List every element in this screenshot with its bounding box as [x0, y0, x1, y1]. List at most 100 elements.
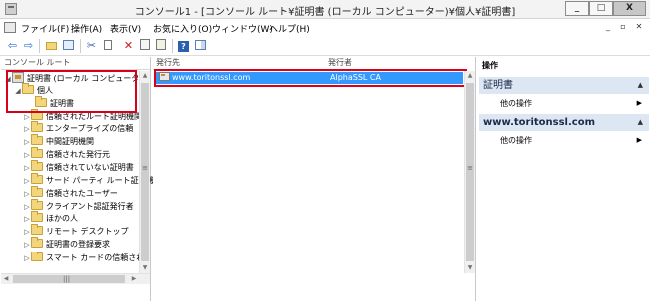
tree-node-enrollment-requests[interactable]: ▷ 証明書の登録要求	[23, 237, 110, 251]
menu-view[interactable]: 表示(V)	[110, 22, 141, 35]
folder-icon	[31, 224, 43, 235]
tree-pane: コンソール ルート ◢ 証明書 (ローカル コンピューター) ◢ 個人 証明書 ▷ 信…	[1, 57, 163, 301]
menu-file[interactable]: ファイル(F)	[21, 22, 69, 35]
tree-node-label: 中間証明機関	[46, 137, 94, 146]
export-icon[interactable]	[153, 39, 168, 53]
menu-window[interactable]: ウィンドウ(W)	[212, 22, 273, 35]
expand-arrow-icon[interactable]: ▷	[23, 213, 31, 225]
collapse-caret-icon[interactable]: ▲	[638, 114, 643, 131]
scroll-grip: ≡	[142, 164, 148, 172]
mdi-restore-button[interactable]: ▫	[616, 21, 630, 33]
close-button[interactable]: X	[613, 1, 646, 16]
cut-icon[interactable]: ✂	[84, 39, 99, 53]
tree-node-label: 信頼されていない証明書	[46, 163, 134, 172]
actions-section-selected-cert[interactable]: www.toritonssl.com ▲	[479, 114, 649, 131]
folder-icon	[31, 186, 43, 197]
folder-icon	[31, 147, 43, 158]
console-menu-icon[interactable]	[4, 22, 16, 33]
toolbar-separator	[172, 39, 173, 53]
certificate-list-pane: 発行先 発行者 www.toritonssl.com AlphaSSL CA ▲…	[153, 57, 476, 301]
expand-arrow-icon[interactable]: ▷	[23, 123, 31, 135]
copy-icon[interactable]	[100, 39, 115, 53]
scroll-left-arrow-icon[interactable]: ◀	[1, 274, 11, 284]
folder-icon	[31, 160, 43, 171]
folder-icon	[31, 211, 43, 222]
menu-action[interactable]: 操作(A)	[71, 22, 102, 35]
folder-icon	[31, 237, 43, 248]
actions-header: 操作	[482, 61, 498, 70]
tree-node-label: 信頼されたユーザー	[46, 189, 118, 198]
action-pane-icon[interactable]	[193, 39, 208, 53]
folder-icon	[31, 252, 43, 261]
tree-node-smart-card-root[interactable]: ▷ スマート カードの信頼されたルート	[23, 252, 139, 264]
expand-arrow-icon[interactable]: ▷	[23, 188, 31, 200]
submenu-arrow-icon[interactable]: ▶	[637, 99, 642, 107]
tree-node-client-auth-issuers[interactable]: ▷ クライアント認証発行者	[23, 199, 134, 213]
section-title: www.toritonssl.com	[483, 117, 596, 128]
tree-node-label: 信頼された発行元	[46, 150, 110, 159]
menu-help[interactable]: ヘルプ(H)	[269, 22, 310, 35]
mdi-minimize-button[interactable]: _	[601, 21, 615, 33]
folder-icon	[31, 121, 43, 132]
action-label: 他の操作	[500, 99, 532, 108]
folder-icon	[31, 199, 43, 210]
scroll-up-arrow-icon[interactable]: ▲	[465, 71, 475, 81]
tree-highlight-box	[6, 70, 137, 113]
action-label: 他の操作	[500, 136, 532, 145]
scroll-up-arrow-icon[interactable]: ▲	[140, 71, 150, 81]
action-more-actions[interactable]: 他の操作	[500, 135, 532, 146]
folder-icon	[31, 173, 43, 184]
tree-node-label: スマート カードの信頼されたルート	[46, 253, 139, 262]
tree-node-label: 証明書の登録要求	[46, 240, 110, 249]
scroll-thumb[interactable]	[466, 83, 474, 261]
scroll-right-arrow-icon[interactable]: ▶	[129, 274, 139, 284]
expand-arrow-icon[interactable]: ▷	[23, 175, 31, 187]
tree-vertical-scrollbar[interactable]: ▲ ≡ ▼	[139, 71, 150, 273]
tree-node-label: クライアント認証発行者	[46, 202, 134, 211]
row-highlight-box	[154, 69, 467, 87]
menu-bar: ファイル(F) 操作(A) 表示(V) お気に入り(O) ウィンドウ(W) ヘル…	[0, 19, 650, 36]
expand-arrow-icon[interactable]: ▷	[23, 252, 31, 264]
tree-node-enterprise-trust[interactable]: ▷ エンタープライズの信頼	[23, 121, 134, 135]
mdi-close-button[interactable]: ✕	[632, 21, 646, 33]
expand-arrow-icon[interactable]: ▷	[23, 226, 31, 238]
list-vertical-scrollbar[interactable]: ▲ ≡ ▼	[464, 71, 475, 273]
actions-pane: 操作 証明書 ▲ 他の操作 ▶ www.toritonssl.com ▲ 他の操…	[478, 57, 650, 301]
tree-node-label: リモート デスクトップ	[46, 227, 129, 236]
back-icon[interactable]: ⇦	[5, 39, 20, 53]
show-tree-icon[interactable]	[61, 39, 76, 53]
title-bar: コンソール1 - [コンソール ルート¥証明書 (ローカル コンピューター)¥個…	[0, 0, 650, 19]
folder-icon	[31, 134, 43, 145]
forward-icon[interactable]: ⇨	[21, 39, 36, 53]
action-more-actions[interactable]: 他の操作	[500, 98, 532, 109]
tree-node-remote-desktop[interactable]: ▷ リモート デスクトップ	[23, 224, 129, 238]
expand-arrow-icon[interactable]: ▷	[23, 239, 31, 251]
scroll-down-arrow-icon[interactable]: ▼	[140, 263, 150, 273]
toolbar-separator	[80, 39, 81, 53]
collapse-caret-icon[interactable]: ▲	[638, 77, 643, 94]
tree-node-label: ほかの人	[46, 214, 78, 223]
properties-icon[interactable]	[137, 39, 152, 53]
section-title: 証明書	[483, 80, 513, 91]
window-title: コンソール1 - [コンソール ルート¥証明書 (ローカル コンピューター)¥個…	[134, 7, 516, 18]
tree-horizontal-scrollbar[interactable]: ◀ ||| ▶	[1, 273, 150, 284]
expand-arrow-icon[interactable]: ▷	[23, 149, 31, 161]
expand-arrow-icon[interactable]: ▷	[23, 136, 31, 148]
expand-arrow-icon[interactable]: ▷	[23, 201, 31, 213]
maximize-button[interactable]: □	[589, 1, 613, 16]
tree-node-label: 信頼されたルート証明機関	[46, 112, 142, 121]
delete-icon[interactable]: ✕	[121, 39, 136, 53]
scroll-thumb[interactable]	[141, 83, 149, 261]
help-icon[interactable]: ?	[176, 39, 191, 53]
tree-node-untrusted[interactable]: ▷ 信頼されていない証明書	[23, 160, 134, 174]
expand-arrow-icon[interactable]: ▷	[23, 162, 31, 174]
toolbar: ⇦ ⇨ ✂ ✕ ?	[0, 36, 650, 56]
menu-favorites[interactable]: お気に入り(O)	[153, 22, 212, 35]
tree-node-label: エンタープライズの信頼	[46, 124, 134, 133]
submenu-arrow-icon[interactable]: ▶	[637, 136, 642, 144]
scroll-grip: |||	[63, 275, 71, 283]
up-folder-icon[interactable]	[44, 39, 59, 53]
minimize-button[interactable]: _	[565, 1, 589, 16]
scroll-down-arrow-icon[interactable]: ▼	[465, 263, 475, 273]
actions-section-certificates[interactable]: 証明書 ▲	[479, 77, 649, 94]
